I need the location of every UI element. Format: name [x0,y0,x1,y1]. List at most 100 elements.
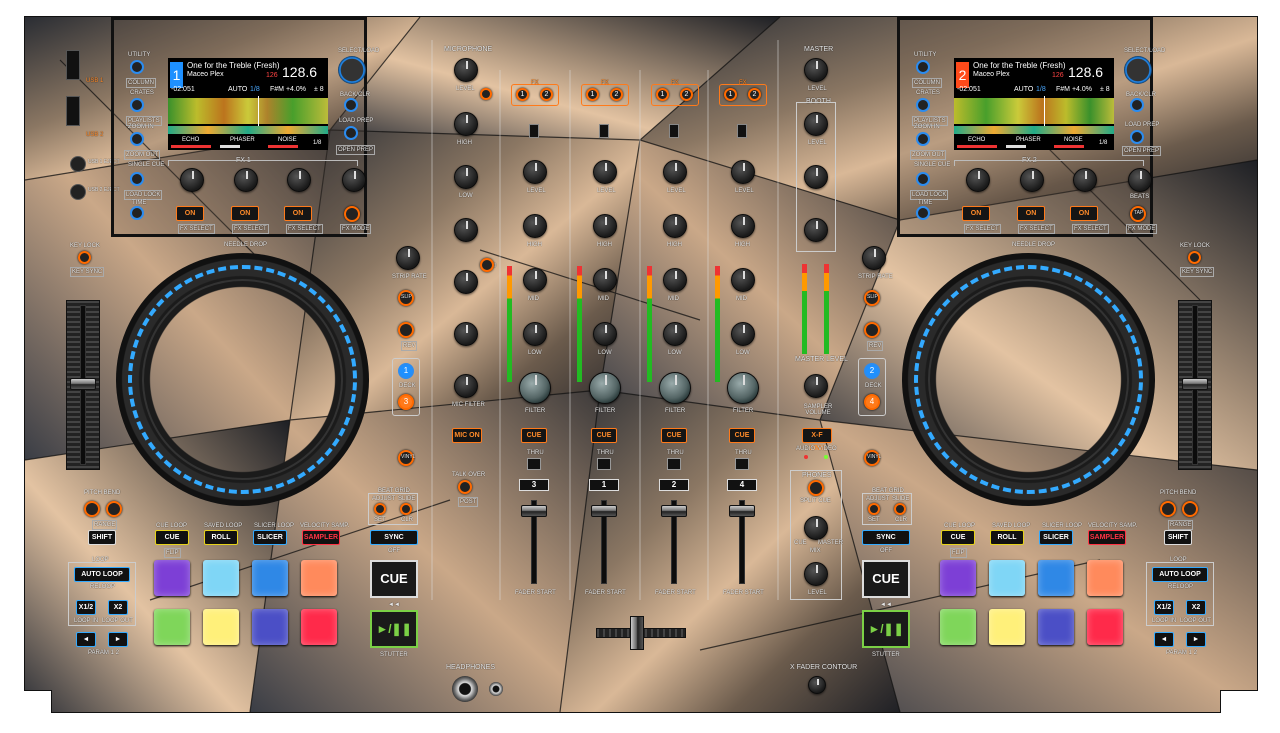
channel-2-cue-button[interactable]: CUE [591,428,617,443]
master-level-knob[interactable] [804,58,828,82]
left-fx-on-2[interactable]: ON [231,206,259,221]
left-cue-transport-button[interactable]: CUE [370,560,418,598]
mic2-level-knob[interactable] [454,218,478,242]
x-fader-contour-knob[interactable] [808,676,826,694]
channel-3-filter-knob[interactable] [659,372,691,404]
channel-2-crossfader-assign[interactable] [597,458,611,470]
mic-high2-knob[interactable] [454,270,478,294]
channel-1-fader-cap[interactable] [521,505,547,517]
channel-2-input-switch[interactable] [599,124,609,138]
right-strip-rate-knob[interactable] [862,246,886,270]
booth-level-knob[interactable] [804,112,828,136]
left-time-button[interactable] [130,206,144,220]
right-key-lock-button[interactable] [1188,251,1201,264]
left-param-right-button[interactable]: ► [108,632,128,647]
channel-1-high-knob[interactable] [523,214,547,238]
right-fx-knob-2[interactable] [1020,168,1044,192]
left-pad-5[interactable] [154,609,190,645]
right-time-button[interactable] [916,206,930,220]
left-crates-button[interactable] [130,98,144,112]
left-pad-8[interactable] [301,609,337,645]
mic-on-button[interactable]: MIC ON [452,428,482,443]
channel-2-filter-knob[interactable] [589,372,621,404]
booth-low-knob[interactable] [804,218,828,242]
mic-high-knob[interactable] [454,112,478,136]
left-slide-button[interactable] [400,503,412,515]
left-deck-1-button[interactable]: 1 [398,363,414,379]
phones-mix-knob[interactable] [804,516,828,540]
channel-4-low-knob[interactable] [731,322,755,346]
right-pad-2[interactable] [989,560,1025,596]
left-censor-button[interactable] [398,322,414,338]
channel-1-mid-knob[interactable] [523,268,547,292]
right-jog-wheel[interactable] [902,253,1155,506]
left-pad-7[interactable] [252,609,288,645]
left-load-prep-button[interactable] [344,126,358,140]
channel-1-fx1-button[interactable]: 1 [516,88,529,101]
right-crates-button[interactable] [916,98,930,112]
channel-1-cue-button[interactable]: CUE [521,428,547,443]
left-zoom-button[interactable] [130,132,144,146]
left-adjust-button[interactable] [374,503,386,515]
channel-2-fx1-button[interactable]: 1 [586,88,599,101]
mic-low2-knob[interactable] [454,322,478,346]
channel-3-high-knob[interactable] [663,214,687,238]
right-fx-on-2[interactable]: ON [1017,206,1045,221]
channel-4-filter-knob[interactable] [727,372,759,404]
channel-2-low-knob[interactable] [593,322,617,346]
right-adjust-button[interactable] [868,503,880,515]
channel-3-cue-button[interactable]: CUE [661,428,687,443]
channel-1-fx2-button[interactable]: 2 [540,88,553,101]
left-pad-3[interactable] [252,560,288,596]
left-roll-mode-button[interactable]: ROLL [204,530,238,545]
mic-echo-button[interactable] [480,88,492,100]
channel-1-input-switch[interactable] [529,124,539,138]
headphones-jack-large[interactable] [452,676,478,702]
headphones-jack-small[interactable] [489,682,503,696]
left-deck-3-button[interactable]: 3 [398,394,414,410]
channel-3-fx2-button[interactable]: 2 [680,88,693,101]
right-slicer-mode-button[interactable]: SLICER [1039,530,1073,545]
channel-2-fx2-button[interactable]: 2 [610,88,623,101]
usb1-eject-button[interactable] [70,156,86,172]
left-back-button[interactable] [344,98,358,112]
channel-3-level-knob[interactable] [663,160,687,184]
right-sampler-mode-button[interactable]: SAMPLER [1088,530,1126,545]
left-auto-loop-button[interactable]: AUTO LOOP [74,567,130,582]
right-fx-knob-1[interactable] [966,168,990,192]
left-fx-knob-1[interactable] [180,168,204,192]
right-fx-on-3[interactable]: ON [1070,206,1098,221]
right-loop-half-button[interactable]: X1/2 [1154,600,1174,615]
right-cue-mode-button[interactable]: CUE [941,530,975,545]
channel-3-fader-cap[interactable] [661,505,687,517]
channel-4-mid-knob[interactable] [731,268,755,292]
left-loop-half-button[interactable]: X1/2 [76,600,96,615]
left-cue-mode-button[interactable]: CUE [155,530,189,545]
channel-3-low-knob[interactable] [663,322,687,346]
channel-4-fx1-button[interactable]: 1 [724,88,737,101]
channel-4-cue-button[interactable]: CUE [729,428,755,443]
right-pitch-fader-cap[interactable] [1182,378,1208,390]
right-slide-button[interactable] [894,503,906,515]
channel-3-crossfader-assign[interactable] [667,458,681,470]
split-cue-button[interactable] [808,480,824,496]
sampler-volume-knob[interactable] [804,374,828,398]
right-fx-on-1[interactable]: ON [962,206,990,221]
left-beats-knob[interactable] [342,168,366,192]
channel-2-fader-cap[interactable] [591,505,617,517]
channel-4-input-switch[interactable] [737,124,747,138]
channel-2-high-knob[interactable] [593,214,617,238]
channel-4-fx2-button[interactable]: 2 [748,88,761,101]
left-fx-knob-2[interactable] [234,168,258,192]
crossfader-cap[interactable] [630,616,644,650]
right-view-button[interactable] [916,60,930,74]
channel-2-mid-knob[interactable] [593,268,617,292]
left-view-button[interactable] [130,60,144,74]
right-pad-5[interactable] [940,609,976,645]
right-pad-3[interactable] [1038,560,1074,596]
right-single-cue-button[interactable] [916,172,930,186]
right-loop-double-button[interactable]: X2 [1186,600,1206,615]
channel-1-low-knob[interactable] [523,322,547,346]
left-fx-on-1[interactable]: ON [176,206,204,221]
right-pad-4[interactable] [1087,560,1123,596]
